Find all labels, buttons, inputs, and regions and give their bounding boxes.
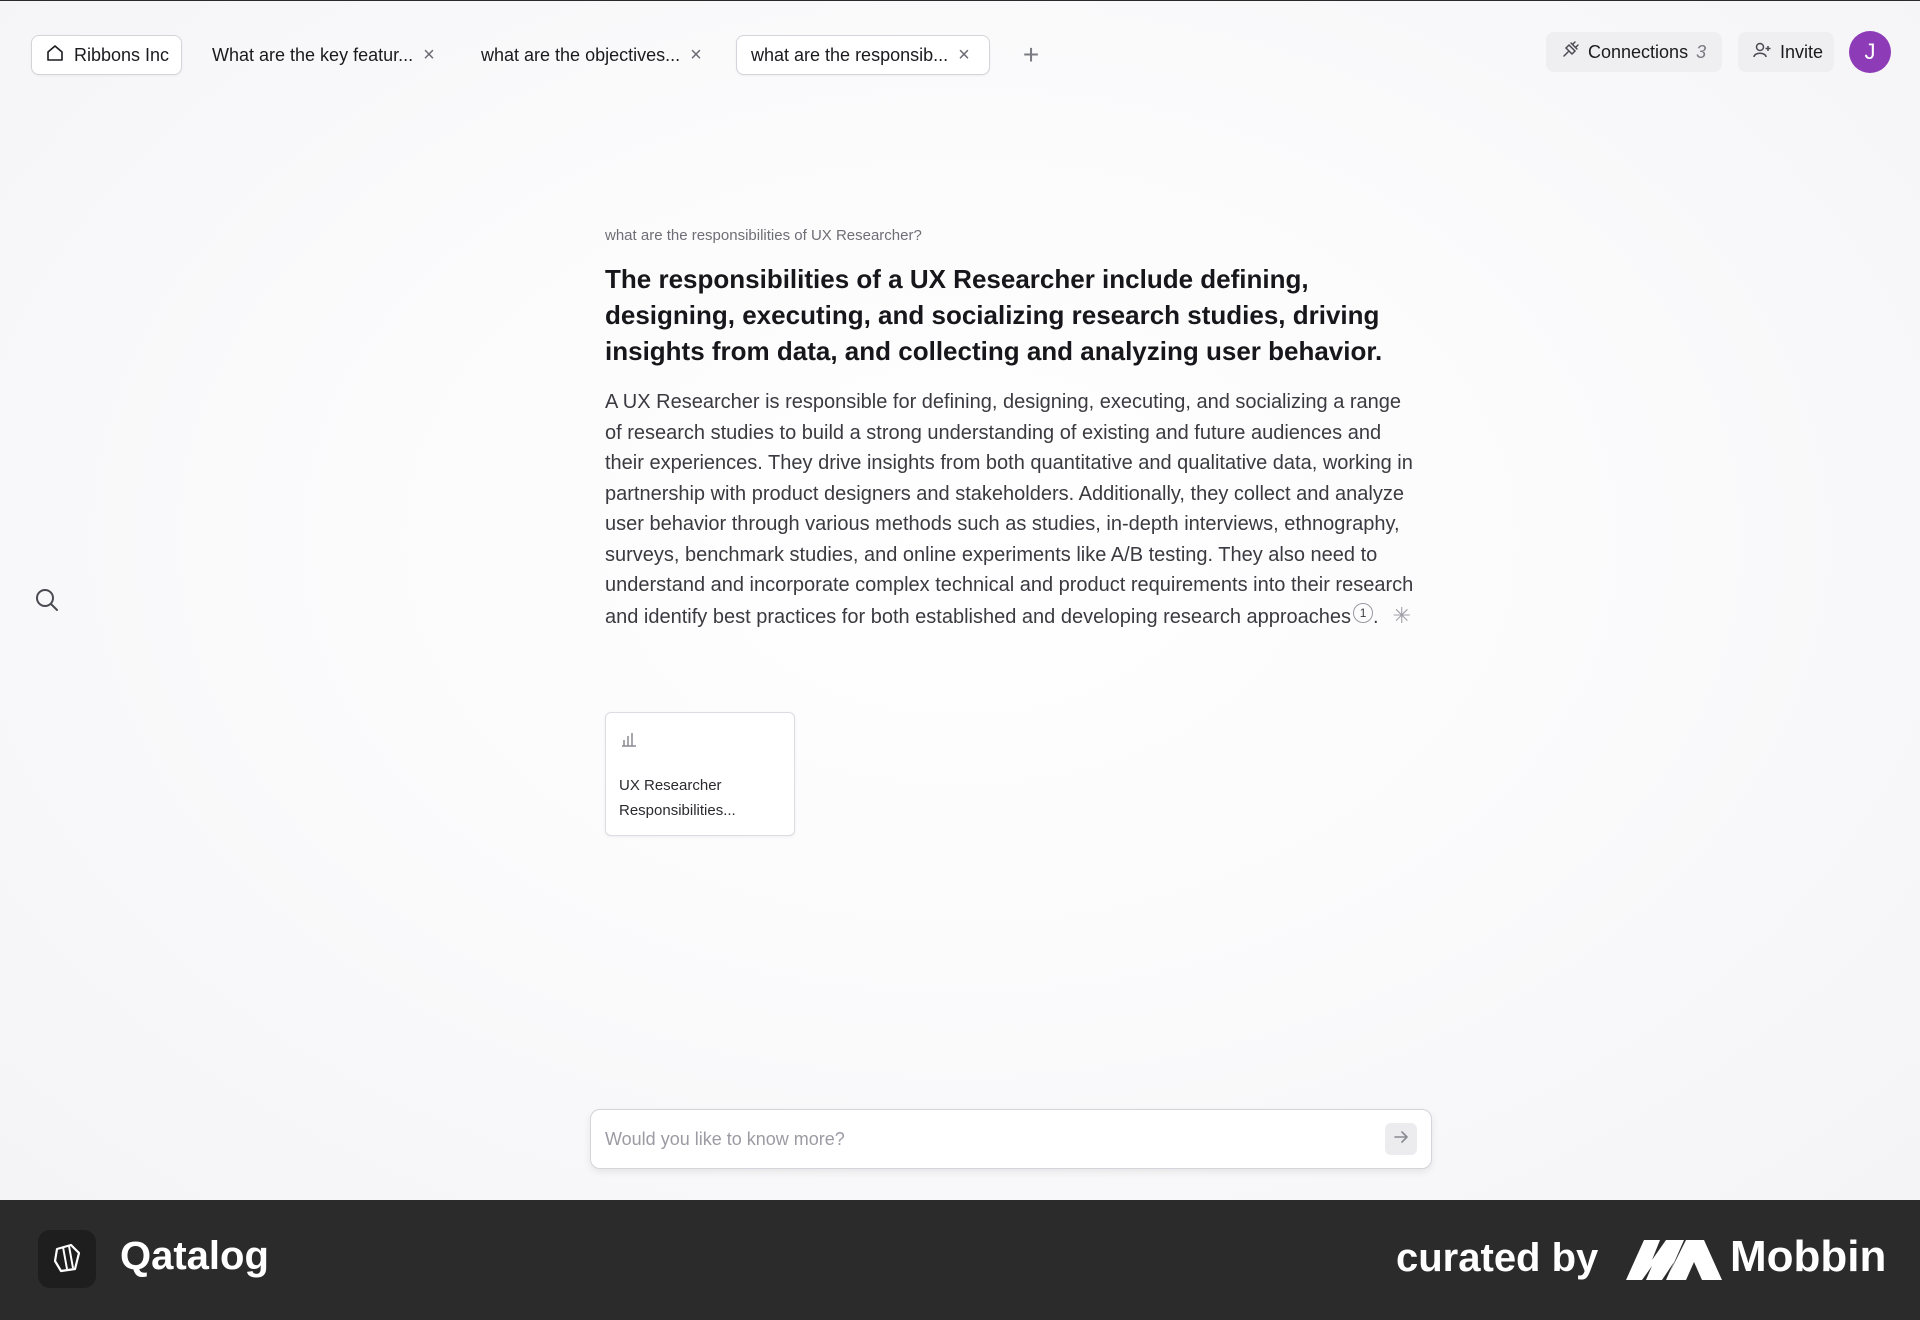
search-icon[interactable] — [33, 586, 61, 614]
close-icon[interactable]: × — [423, 45, 435, 65]
answer-headline: The responsibilities of a UX Researcher … — [605, 264, 1383, 366]
arrow-right-icon — [1392, 1128, 1410, 1151]
tab-home-label: Ribbons Inc — [74, 44, 170, 65]
qatalog-logo-icon — [38, 1230, 96, 1288]
plug-icon — [1560, 40, 1580, 65]
bar-chart-icon — [619, 733, 639, 753]
ask-input[interactable] — [605, 1128, 1385, 1150]
source-card-title-line: Responsibilities... — [619, 802, 736, 819]
close-icon[interactable]: × — [958, 45, 970, 65]
app-window: Ribbons Inc What are the key featur... ×… — [0, 0, 1920, 1200]
avatar[interactable]: J — [1849, 31, 1891, 73]
answer-body: A UX Researcher is responsible for defin… — [605, 387, 1420, 632]
add-user-icon — [1752, 40, 1772, 65]
close-icon[interactable]: × — [690, 45, 702, 65]
tab-responsibilities[interactable]: what are the responsib... × — [736, 35, 990, 75]
top-bar: Ribbons Inc What are the key featur... ×… — [0, 1, 1920, 105]
answer-panel: what are the responsibilities of UX Rese… — [605, 227, 1420, 632]
tab-label: What are the key featur... — [212, 44, 414, 65]
plus-icon[interactable]: + — [1015, 39, 1047, 71]
home-icon — [46, 44, 64, 67]
answer-body-text: A UX Researcher is responsible for defin… — [605, 391, 1414, 628]
invite-button[interactable]: Invite — [1738, 32, 1834, 72]
invite-label: Invite — [1780, 41, 1824, 62]
sparkle-icon: ✳ — [1392, 602, 1412, 628]
answer-end-punct: . — [1373, 605, 1379, 628]
source-card-title: UX Researcher Responsibilities... — [619, 773, 769, 823]
mobbin-brand: Mobbin — [1730, 1232, 1887, 1281]
connections-count: 3 — [1696, 41, 1707, 62]
tab-home[interactable]: Ribbons Inc — [31, 35, 182, 75]
qatalog-name: Qatalog — [120, 1234, 269, 1278]
ask-bar — [590, 1109, 1432, 1169]
mobbin-logo-icon — [1626, 1236, 1722, 1282]
source-card[interactable]: UX Researcher Responsibilities... — [605, 712, 795, 836]
send-button[interactable] — [1385, 1123, 1417, 1155]
tab-objectives[interactable]: what are the objectives... × — [467, 35, 717, 75]
tab-label: what are the responsib... — [751, 44, 949, 65]
tab-key-features[interactable]: What are the key featur... × — [198, 35, 448, 75]
connections-label: Connections — [1588, 41, 1689, 62]
tab-label: what are the objectives... — [481, 44, 681, 65]
connections-button[interactable]: Connections 3 — [1546, 32, 1722, 72]
citation-badge[interactable]: 1 — [1353, 602, 1374, 623]
avatar-initial: J — [1864, 39, 1876, 64]
question-text: what are the responsibilities of UX Rese… — [605, 227, 922, 244]
curated-by-label: curated by — [1396, 1236, 1599, 1280]
source-card-title-line: UX Researcher — [619, 777, 722, 794]
